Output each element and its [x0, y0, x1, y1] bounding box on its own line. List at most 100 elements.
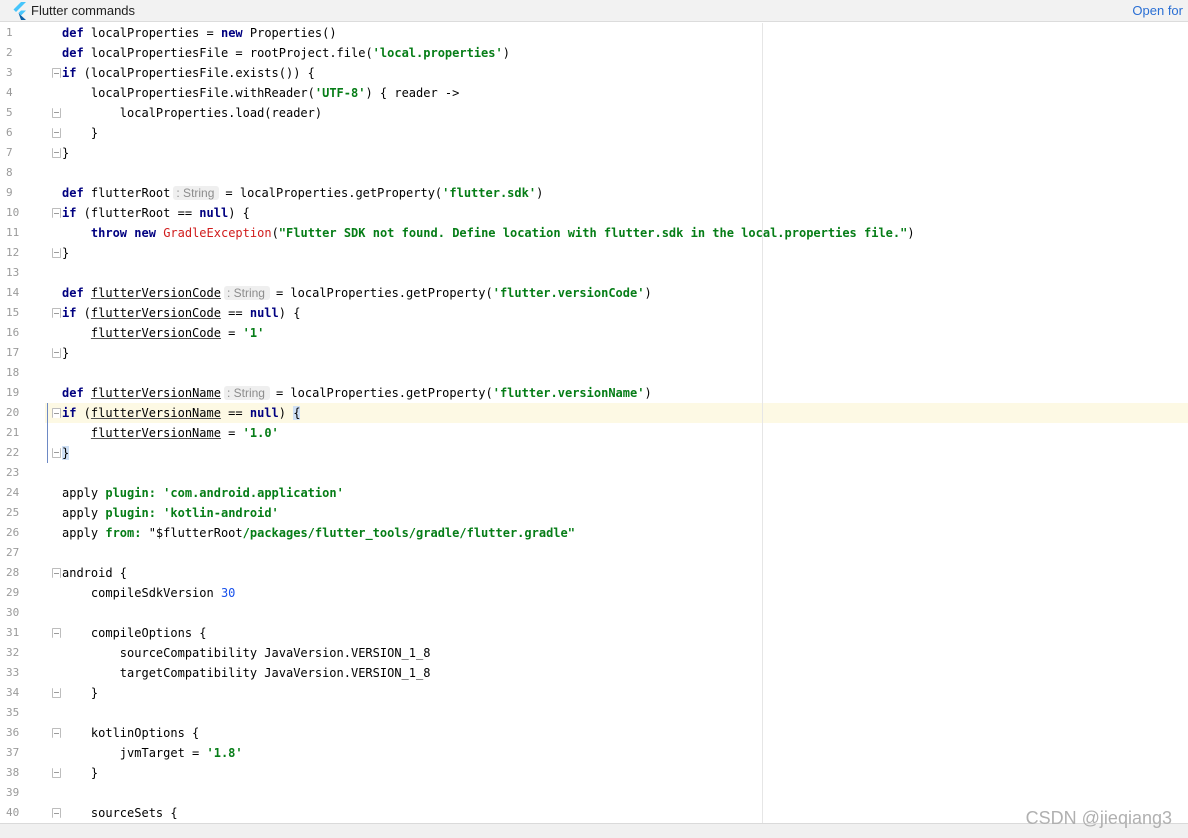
code-token: 'kotlin-android' — [163, 506, 279, 520]
code-line[interactable]: 30 — [0, 603, 1188, 623]
code-token: plugin: — [105, 506, 156, 520]
line-number: 4 — [6, 86, 13, 99]
code-line[interactable]: 8 — [0, 163, 1188, 183]
fold-open-icon[interactable] — [52, 208, 61, 218]
line-number: 12 — [6, 246, 20, 259]
code-line[interactable]: 19 def flutterVersionName: String = localP… — [0, 383, 1188, 403]
code-line[interactable]: 10 if (flutterRoot == null) { — [0, 203, 1188, 223]
code-text: } — [62, 123, 98, 143]
fold-open-icon[interactable] — [52, 408, 61, 418]
line-number: 37 — [6, 746, 20, 759]
code-token: 'flutter.versionCode' — [492, 286, 645, 300]
fold-close-icon[interactable] — [52, 148, 61, 158]
code-line[interactable]: 20 if (flutterVersionName == null) { — [0, 403, 1188, 423]
code-line[interactable]: 4 localPropertiesFile.withReader('UTF-8'… — [0, 83, 1188, 103]
code-line[interactable]: 36 kotlinOptions { — [0, 723, 1188, 743]
code-line[interactable]: 11 throw new GradleException("Flutter SD… — [0, 223, 1188, 243]
code-text: android { — [62, 563, 127, 583]
code-token: compileSdkVersion — [62, 586, 221, 600]
code-token: ) — [644, 386, 652, 400]
code-line[interactable]: 28 android { — [0, 563, 1188, 583]
code-text: def flutterVersionCode: String = localPro… — [62, 283, 652, 303]
fold-close-icon[interactable] — [52, 448, 61, 458]
fold-open-icon[interactable] — [52, 728, 61, 738]
code-line[interactable]: 7} — [0, 143, 1188, 163]
code-line[interactable]: 34 } — [0, 683, 1188, 703]
open-for-link[interactable]: Open for — [1132, 3, 1183, 18]
line-number: 5 — [6, 106, 13, 119]
code-line[interactable]: 18 — [0, 363, 1188, 383]
code-token: localPropertiesFile.withReader( — [62, 86, 315, 100]
fold-open-icon[interactable] — [52, 68, 61, 78]
code-line[interactable]: 1 def localProperties = new Properties() — [0, 23, 1188, 43]
code-line[interactable]: 6 } — [0, 123, 1188, 143]
flutter-logo-icon — [13, 2, 26, 20]
code-line[interactable]: 21 flutterVersionName = '1.0' — [0, 423, 1188, 443]
fold-close-icon[interactable] — [52, 108, 61, 118]
line-number: 23 — [6, 466, 20, 479]
code-line[interactable]: 12} — [0, 243, 1188, 263]
code-token: ) { reader -> — [365, 86, 460, 100]
fold-open-icon[interactable] — [52, 568, 61, 578]
code-line[interactable]: 23 — [0, 463, 1188, 483]
code-line[interactable]: 32 sourceCompatibility JavaVersion.VERSI… — [0, 643, 1188, 663]
fold-open-icon[interactable] — [52, 628, 61, 638]
code-text: def flutterVersionName: String = localPro… — [62, 383, 652, 403]
type-hint: : String — [173, 186, 220, 200]
code-line[interactable]: 33 targetCompatibility JavaVersion.VERSI… — [0, 663, 1188, 683]
code-token: apply — [62, 526, 106, 540]
code-text: compileOptions { — [62, 623, 207, 643]
code-text: sourceSets { — [62, 803, 178, 823]
code-line[interactable]: 15 if (flutterVersionCode == null) { — [0, 303, 1188, 323]
code-text: targetCompatibility JavaVersion.VERSION_… — [62, 663, 431, 683]
code-line[interactable]: 37 jvmTarget = '1.8' — [0, 743, 1188, 763]
code-line[interactable]: 9 def flutterRoot: String = localPropertie… — [0, 183, 1188, 203]
fold-close-icon[interactable] — [52, 128, 61, 138]
code-line[interactable]: 17} — [0, 343, 1188, 363]
line-number: 38 — [6, 766, 20, 779]
code-token: Properties() — [242, 26, 337, 40]
code-token: 'local.properties' — [372, 46, 503, 60]
code-line[interactable]: 5 localProperties.load(reader) — [0, 103, 1188, 123]
code-token: ( — [76, 406, 91, 420]
code-token: /packages/flutter_tools/gradle/flutter.g… — [242, 526, 575, 540]
code-token: ) { — [278, 306, 301, 320]
code-token: 'flutter.versionName' — [492, 386, 645, 400]
code-line[interactable]: 22} — [0, 443, 1188, 463]
code-editor[interactable]: 1 def localProperties = new Properties() 2… — [0, 23, 1188, 823]
line-number: 13 — [6, 266, 20, 279]
code-line[interactable]: 26 apply from: "$flutterRoot/packages/flu… — [0, 523, 1188, 543]
code-token: apply — [62, 506, 106, 520]
code-line[interactable]: 29 compileSdkVersion 30 — [0, 583, 1188, 603]
code-line[interactable]: 24 apply plugin: 'com.android.application… — [0, 483, 1188, 503]
code-line[interactable]: 2 def localPropertiesFile = rootProject.f… — [0, 43, 1188, 63]
fold-close-icon[interactable] — [52, 688, 61, 698]
code-line[interactable]: 16 flutterVersionCode = '1' — [0, 323, 1188, 343]
line-number: 28 — [6, 566, 20, 579]
line-number: 7 — [6, 146, 13, 159]
fold-close-icon[interactable] — [52, 348, 61, 358]
code-line[interactable]: 35 — [0, 703, 1188, 723]
code-line[interactable]: 25 apply plugin: 'kotlin-android' — [0, 503, 1188, 523]
line-number: 14 — [6, 286, 20, 299]
line-number: 15 — [6, 306, 20, 319]
fold-close-icon[interactable] — [52, 248, 61, 258]
line-number: 11 — [6, 226, 20, 239]
fold-open-icon[interactable] — [52, 308, 61, 318]
code-token: flutterVersionCode — [90, 306, 221, 320]
code-token: sourceCompatibility JavaVersion.VERSION_… — [62, 646, 431, 660]
code-line[interactable]: 40 sourceSets { — [0, 803, 1188, 823]
code-line[interactable]: 39 — [0, 783, 1188, 803]
code-line[interactable]: 27 — [0, 543, 1188, 563]
code-token: if — [62, 406, 77, 420]
fold-close-icon[interactable] — [52, 768, 61, 778]
fold-open-icon[interactable] — [52, 808, 61, 818]
code-line[interactable]: 38 } — [0, 763, 1188, 783]
code-line[interactable]: 3 if (localPropertiesFile.exists()) { — [0, 63, 1188, 83]
code-line[interactable]: 14 def flutterVersionCode: String = localP… — [0, 283, 1188, 303]
code-line[interactable]: 13 — [0, 263, 1188, 283]
line-number: 31 — [6, 626, 20, 639]
code-line[interactable]: 31 compileOptions { — [0, 623, 1188, 643]
code-token: flutterVersionName — [90, 386, 221, 400]
